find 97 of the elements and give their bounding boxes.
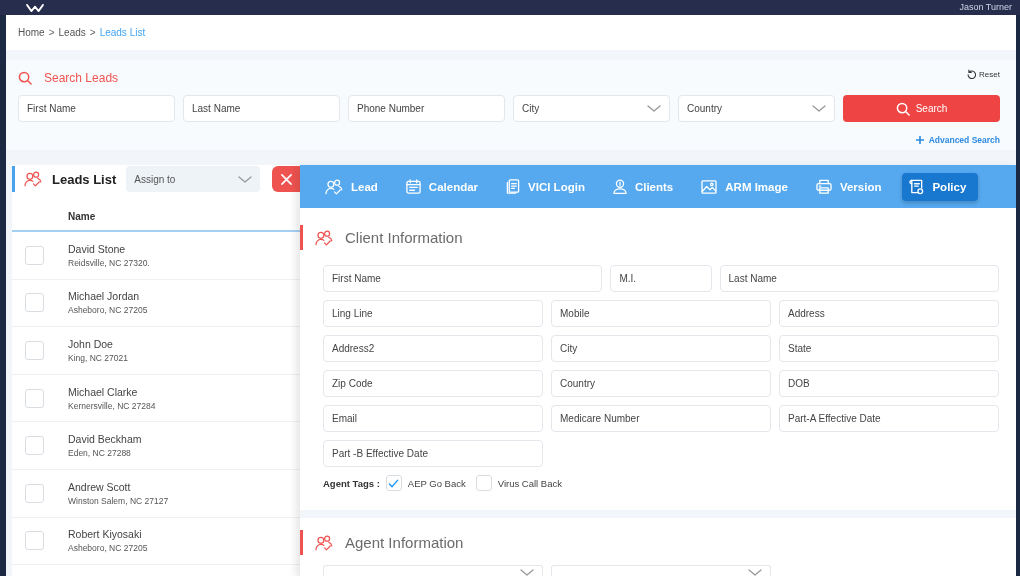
input-field[interactable]: Mobile: [551, 300, 771, 327]
lead-name: Robert Kiyosaki: [68, 528, 143, 541]
accent-bar: [300, 225, 303, 250]
input-field[interactable]: Phone Number: [348, 95, 505, 122]
input-field[interactable]: Last Name: [183, 95, 340, 122]
lead-name: Andrew Scott: [68, 480, 132, 493]
caret-icon: [748, 569, 762, 576]
breadcrumb-link[interactable]: Leads: [58, 27, 86, 38]
lead-address: Winston Salem, NC 27127: [68, 495, 169, 506]
user-name: Jason Turner: [959, 2, 1012, 13]
row-checkbox[interactable]: [25, 388, 44, 408]
assign-select[interactable]: Assign to: [126, 166, 261, 192]
row-checkbox[interactable]: [25, 436, 44, 456]
accent-bar: [300, 530, 303, 555]
check-icon: [388, 478, 400, 488]
nav-tab[interactable]: Lead: [318, 172, 385, 201]
lead-address: Eden, NC 27288: [68, 448, 132, 459]
leads-list-title: Leads List: [52, 171, 117, 187]
row-checkbox[interactable]: [25, 293, 44, 313]
input-field[interactable]: State: [779, 335, 999, 362]
users-icon: [325, 178, 343, 195]
checkbox[interactable]: [385, 475, 402, 491]
input-field[interactable]: Country: [551, 370, 771, 397]
select-field[interactable]: City: [513, 95, 670, 122]
search-leads-title: Search Leads: [44, 71, 119, 85]
checkbox-label: AEP Go Back: [407, 477, 466, 489]
row-checkbox[interactable]: [25, 483, 44, 503]
breadcrumb-link[interactable]: Leads List: [99, 27, 146, 38]
lead-name: David Beckham: [68, 433, 142, 446]
lead-address: Reidsville, NC 27320.: [68, 257, 150, 268]
column-header: Name: [68, 211, 96, 222]
caret-icon: [647, 105, 661, 112]
breadcrumb-link[interactable]: Home: [18, 27, 45, 38]
input-field[interactable]: First Name: [323, 265, 603, 292]
checkbox-label: Virus Call Back: [497, 477, 562, 489]
row-checkbox[interactable]: [25, 531, 44, 551]
lead-address: Asheboro, NC 27205: [68, 305, 148, 316]
select-field[interactable]: Country: [678, 95, 835, 122]
users-icon: [315, 229, 333, 246]
users-icon: [24, 171, 42, 187]
select-field[interactable]: [323, 565, 543, 576]
logo-icon: [25, 3, 45, 12]
section-title: Agent Information: [345, 534, 464, 551]
printer-icon: [815, 179, 832, 194]
input-field[interactable]: Part-A Effective Date: [779, 405, 999, 432]
close-icon: [280, 173, 292, 185]
person-icon: [612, 179, 627, 194]
nav-tab[interactable]: Version: [808, 172, 889, 201]
document-icon: [506, 179, 521, 194]
input-field[interactable]: M.I.: [610, 265, 712, 292]
input-field[interactable]: Address2: [323, 335, 543, 362]
nav-tab[interactable]: Calendar: [398, 172, 486, 201]
input-field[interactable]: Medicare Number: [551, 405, 771, 432]
lead-name: David Stone: [68, 242, 127, 255]
advanced-search-link[interactable]: Advanced Search: [915, 135, 1000, 145]
search-icon: [895, 101, 910, 116]
lead-name: Michael Clarke: [68, 385, 139, 398]
input-field[interactable]: DOB: [779, 370, 999, 397]
caret-icon: [520, 569, 534, 576]
checkbox[interactable]: [475, 475, 492, 491]
reset-button[interactable]: Reset: [966, 69, 1000, 79]
nav-tab[interactable]: ARM Image: [694, 172, 795, 201]
accent-bar: [12, 166, 15, 192]
close-button[interactable]: [272, 166, 300, 192]
lead-address: Asheboro, NC 27205: [68, 543, 148, 554]
lead-name: Michael Jordan: [68, 290, 141, 303]
search-button[interactable]: Search: [843, 95, 1000, 122]
agent-tags-label: Agent Tags :: [323, 477, 380, 489]
input-field[interactable]: Address: [779, 300, 999, 327]
input-field[interactable]: City: [551, 335, 771, 362]
search-icon: [18, 71, 32, 85]
nav-tab[interactable]: Clients: [605, 172, 681, 201]
input-field[interactable]: Email: [323, 405, 543, 432]
calendar-icon: [405, 179, 421, 194]
lead-name: John Doe: [68, 338, 114, 350]
lead-address: Kernersville, NC 27284: [68, 400, 156, 411]
nav-tab[interactable]: Policy: [902, 172, 979, 201]
row-checkbox[interactable]: [25, 341, 44, 360]
refresh-icon: [966, 69, 977, 79]
breadcrumb-separator: >: [48, 27, 55, 38]
lead-address: King, NC 27021: [68, 353, 128, 363]
input-field[interactable]: Part -B Effective Date: [323, 440, 543, 467]
caret-icon: [238, 175, 253, 183]
input-field[interactable]: First Name: [18, 95, 175, 122]
caret-icon: [812, 105, 826, 112]
input-field[interactable]: Last Name: [719, 265, 999, 292]
select-field[interactable]: [551, 565, 771, 576]
input-field[interactable]: Ling Line: [323, 300, 543, 327]
plus-icon: [915, 136, 924, 144]
certificate-icon: [909, 178, 925, 195]
image-icon: [701, 179, 718, 194]
users-icon: [315, 534, 333, 551]
nav-tab[interactable]: VICI Login: [499, 172, 592, 201]
section-title: Client Information: [345, 229, 463, 246]
input-field[interactable]: Zip Code: [323, 370, 543, 397]
breadcrumb-separator: >: [89, 27, 96, 38]
row-checkbox[interactable]: [25, 245, 44, 265]
